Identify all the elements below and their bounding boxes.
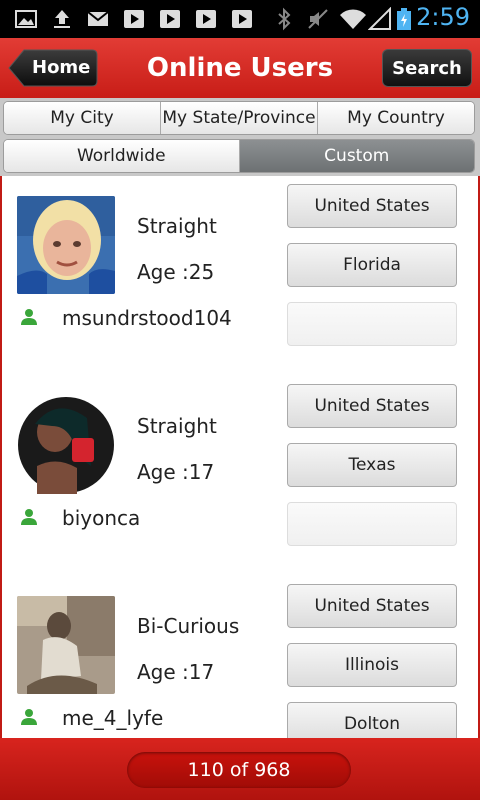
list-item[interactable]: Straight Age :17 biyonca United States T… — [2, 376, 478, 578]
city-button[interactable]: Dolton — [287, 702, 457, 738]
play-icon — [232, 10, 252, 28]
state-button[interactable]: Texas — [287, 443, 457, 487]
home-button[interactable]: Home — [8, 49, 98, 87]
user-icon — [21, 509, 37, 525]
tab-my-country[interactable]: My Country — [318, 102, 474, 134]
wifi-icon — [340, 9, 366, 29]
picture-icon — [15, 10, 37, 28]
gmail-icon — [87, 11, 109, 26]
page-title: Online Users — [146, 53, 334, 83]
status-time: 2:59 — [416, 3, 470, 31]
play-icon — [160, 10, 180, 28]
tab-my-city[interactable]: My City — [4, 102, 161, 134]
list-item[interactable]: Bi-Curious Age :17 me_4_lyfe United Stat… — [2, 576, 478, 738]
orientation-label: Bi-Curious — [137, 614, 240, 638]
filter-tabs: My City My State/Province My Country Wor… — [0, 98, 480, 176]
country-button[interactable]: United States — [287, 184, 457, 228]
list-item[interactable]: Straight Age :25 msundrstood104 United S… — [2, 176, 478, 378]
avatar[interactable] — [17, 396, 115, 494]
username-label: me_4_lyfe — [62, 706, 164, 730]
tab-row-location: My City My State/Province My Country — [3, 101, 475, 135]
username-label: msundrstood104 — [62, 306, 232, 330]
bluetooth-icon — [278, 7, 291, 31]
orientation-label: Straight — [137, 414, 217, 438]
user-icon — [21, 709, 37, 725]
state-button[interactable]: Illinois — [287, 643, 457, 687]
play-icon — [124, 10, 144, 28]
tab-row-scope: Worldwide Custom — [3, 139, 475, 173]
battery-icon — [397, 8, 411, 30]
signal-icon — [368, 7, 391, 30]
footer-bar: 110 of 968 — [0, 738, 480, 800]
avatar[interactable] — [17, 596, 115, 694]
country-button[interactable]: United States — [287, 384, 457, 428]
status-bar: 2:59 — [0, 0, 480, 38]
tab-custom[interactable]: Custom — [239, 140, 474, 172]
home-button-label: Home — [32, 57, 91, 78]
search-button[interactable]: Search — [382, 49, 472, 87]
country-button[interactable]: United States — [287, 584, 457, 628]
city-button[interactable] — [287, 302, 457, 346]
user-icon — [21, 309, 37, 325]
upload-icon — [54, 10, 70, 28]
city-button[interactable] — [287, 502, 457, 546]
state-button[interactable]: Florida — [287, 243, 457, 287]
age-label: Age :17 — [137, 660, 215, 684]
age-label: Age :25 — [137, 260, 215, 284]
mute-icon — [308, 9, 328, 29]
username-label: biyonca — [62, 506, 141, 530]
play-icon — [196, 10, 216, 28]
tab-worldwide[interactable]: Worldwide — [4, 140, 240, 172]
tab-my-state[interactable]: My State/Province — [161, 102, 318, 134]
title-bar: Home Online Users Search — [0, 38, 480, 100]
page-counter: 110 of 968 — [127, 752, 351, 788]
age-label: Age :17 — [137, 460, 215, 484]
orientation-label: Straight — [137, 214, 217, 238]
user-list[interactable]: Straight Age :25 msundrstood104 United S… — [0, 176, 480, 738]
avatar[interactable] — [17, 196, 115, 294]
